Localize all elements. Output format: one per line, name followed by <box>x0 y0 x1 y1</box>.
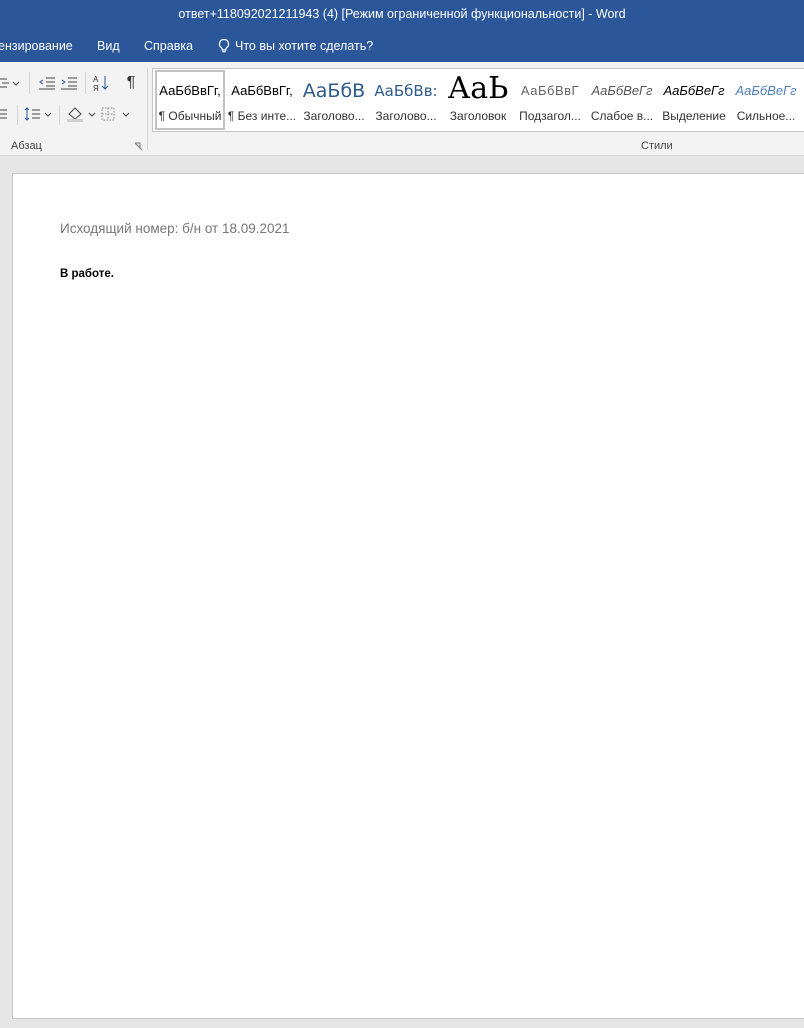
tell-me-text: Что вы хотите сделать? <box>235 39 374 53</box>
style-normal[interactable]: АаБбВвГг, ¶ Обычный <box>154 69 226 131</box>
justify-icon[interactable] <box>0 103 8 125</box>
style-preview: АаБбВв: <box>374 82 438 100</box>
sort-icon[interactable]: АЯ <box>90 72 112 94</box>
style-preview: АаБбВеГг <box>663 83 725 98</box>
line-spacing-icon[interactable] <box>23 103 55 125</box>
divider <box>59 105 60 125</box>
pilcrow-icon[interactable]: ¶ <box>120 72 142 94</box>
style-name: ¶ Обычный <box>158 109 222 123</box>
title-bar: ответ+118092021211943 (4) [Режим огранич… <box>0 0 804 30</box>
style-name: Слабое в... <box>590 109 654 123</box>
style-preview: АаБбВеГг <box>591 83 653 98</box>
tab-help[interactable]: Справка <box>144 30 193 62</box>
style-no-spacing[interactable]: АаБбВвГг, ¶ Без инте... <box>226 69 298 131</box>
tell-me-search[interactable]: Что вы хотите сделать? <box>217 30 373 62</box>
style-name: Сильное... <box>736 109 796 123</box>
styles-group-label: Стили <box>641 140 673 152</box>
multilevel-list-icon[interactable] <box>0 72 22 94</box>
style-heading-1[interactable]: АаБбВ Заголово... <box>298 69 370 131</box>
style-heading-2[interactable]: АаБбВв: Заголово... <box>370 69 442 131</box>
style-preview: АаБбВвГг, <box>159 83 221 98</box>
style-subtitle[interactable]: АаБбВвГ Подзагол... <box>514 69 586 131</box>
style-preview: АаБбВ <box>302 80 366 102</box>
style-name: Подзагол... <box>519 109 581 123</box>
style-name: Выделение <box>662 109 726 123</box>
lightbulb-icon <box>218 38 230 53</box>
outgoing-number-text: Исходящий номер: б/н от 18.09.2021 <box>60 221 290 236</box>
borders-icon[interactable] <box>100 103 132 125</box>
style-name: Заголовок <box>449 109 507 123</box>
style-name: Заголово... <box>303 109 365 123</box>
divider <box>29 72 30 94</box>
increase-indent-icon[interactable] <box>58 72 80 94</box>
document-area: Исходящий номер: б/н от 18.09.2021 В раб… <box>0 156 804 1028</box>
status-text: В работе. <box>60 268 114 280</box>
divider <box>85 72 86 94</box>
svg-text:А: А <box>93 75 99 84</box>
document-page[interactable]: Исходящий номер: б/н от 18.09.2021 В раб… <box>12 173 804 1019</box>
paragraph-group-label: Абзац <box>11 140 42 152</box>
style-intense-emphasis[interactable]: АаБбВеГг Сильное... <box>730 69 802 131</box>
tab-review[interactable]: ензирование <box>0 30 73 62</box>
style-name: ¶ Без инте... <box>227 109 297 123</box>
group-divider <box>147 68 148 150</box>
paragraph-dialog-launcher-icon[interactable] <box>132 140 144 152</box>
shading-icon[interactable] <box>64 103 98 125</box>
window-title: ответ+118092021211943 (4) [Режим огранич… <box>178 7 626 21</box>
style-preview: АаБбВвГ <box>520 83 580 98</box>
style-emphasis[interactable]: АаБбВеГг Выделение <box>658 69 730 131</box>
style-name: Заголово... <box>375 109 437 123</box>
style-subtle-emphasis[interactable]: АаБбВеГг Слабое в... <box>586 69 658 131</box>
style-preview: АаБбВеГг <box>735 83 797 98</box>
svg-text:Я: Я <box>93 84 99 92</box>
decrease-indent-icon[interactable] <box>36 72 58 94</box>
style-title[interactable]: АаЬ Заголовок <box>442 69 514 131</box>
style-preview: АаБбВвГг, <box>231 83 293 98</box>
tab-view[interactable]: Вид <box>97 30 120 62</box>
ribbon-tabs: ензирование Вид Справка Что вы хотите сд… <box>0 30 804 62</box>
ribbon: АЯ ¶ Абзац АаБбВвГг, ¶ Обычный АаБбВвГг, <box>0 62 804 156</box>
styles-gallery: АаБбВвГг, ¶ Обычный АаБбВвГг, ¶ Без инте… <box>152 68 804 132</box>
divider <box>17 105 18 125</box>
style-preview: АаЬ <box>447 71 509 106</box>
